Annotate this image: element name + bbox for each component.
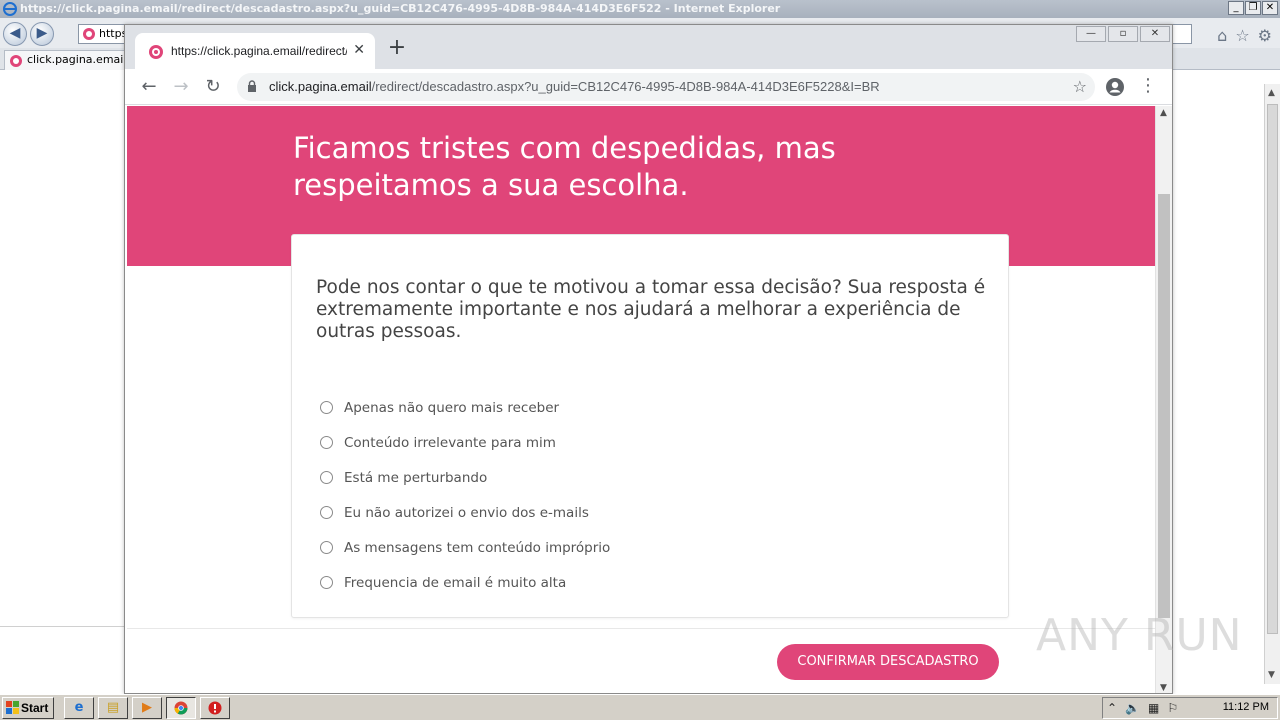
radio-button[interactable]	[320, 401, 333, 414]
chrome-tab-title: https://click.pagina.email/redirect/de	[171, 44, 347, 58]
taskbar-media-player-icon[interactable]: ▶	[132, 697, 162, 719]
ie-back-button[interactable]: ◀	[3, 22, 27, 46]
lock-icon	[248, 80, 256, 92]
ie-home-icon[interactable]: ⌂	[1217, 26, 1227, 45]
survey-card: Pode nos contar o que te motivou a tomar…	[291, 234, 1009, 618]
kebab-menu-icon[interactable]: ⋮	[1139, 75, 1157, 99]
reason-label: As mensagens tem conteúdo impróprio	[344, 539, 611, 556]
reason-option[interactable]: Frequencia de email é muito alta	[320, 565, 610, 600]
chrome-maximize-button[interactable]: ▫	[1108, 26, 1138, 42]
reason-label: Conteúdo irrelevante para mim	[344, 434, 556, 451]
taskbar-explorer-icon[interactable]: ▤	[98, 697, 128, 719]
ie-settings-icon[interactable]: ⚙	[1258, 26, 1272, 45]
scroll-down-icon[interactable]: ▼	[1160, 683, 1167, 693]
ie-restore-button[interactable]: ❐	[1245, 1, 1261, 15]
start-label: Start	[21, 701, 49, 715]
chrome-close-button[interactable]: ✕	[1140, 26, 1170, 42]
clock[interactable]: 11:12 PM	[1223, 701, 1269, 713]
ie-forward-button[interactable]: ▶	[30, 22, 54, 46]
red-stop-icon	[208, 701, 222, 715]
tab-close-icon[interactable]: ✕	[353, 42, 365, 58]
chrome-toolbar: ← → ↻ click.pagina.email/redirect/descad…	[125, 69, 1172, 105]
ie-window-title: https://click.pagina.email/redirect/desc…	[20, 2, 781, 15]
site-favicon-icon	[83, 28, 95, 40]
radio-button[interactable]	[320, 506, 333, 519]
chrome-logo-icon	[174, 701, 188, 715]
confirm-unsubscribe-button[interactable]: CONFIRMAR DESCADASTRO	[777, 644, 999, 680]
taskbar-chrome-icon[interactable]	[166, 697, 196, 719]
page-divider	[127, 628, 1155, 629]
reason-options: Apenas não quero mais receber Conteúdo i…	[320, 390, 610, 600]
page-viewport: Ficamos tristes com despedidas, mas resp…	[125, 106, 1155, 693]
reason-label: Frequencia de email é muito alta	[344, 574, 567, 591]
site-favicon-icon	[10, 55, 22, 67]
scroll-up-icon[interactable]: ▲	[1268, 88, 1275, 98]
action-center-flag-icon[interactable]: ⚐	[1167, 701, 1178, 715]
url-path: /redirect/descadastro.aspx?u_guid=CB12C4…	[371, 79, 880, 94]
reason-option[interactable]: Está me perturbando	[320, 460, 610, 495]
chrome-tab-strip: https://click.pagina.email/redirect/de ✕…	[125, 25, 1172, 69]
reason-option[interactable]: Apenas não quero mais receber	[320, 390, 610, 425]
tray-expand-icon[interactable]: ⌃	[1107, 701, 1117, 715]
reason-option[interactable]: Conteúdo irrelevante para mim	[320, 425, 610, 460]
windows-flag-icon	[6, 701, 19, 714]
back-arrow-icon[interactable]: ←	[137, 75, 161, 99]
profile-icon[interactable]	[1105, 77, 1125, 97]
anyrun-watermark: ANY RUN	[1036, 610, 1243, 661]
volume-icon[interactable]: 🔈	[1125, 701, 1140, 715]
reason-option[interactable]: Eu não autorizei o envio dos e-mails	[320, 495, 610, 530]
system-tray: ⌃ 🔈 ▦ ⚐ 11:12 PM	[1102, 697, 1278, 719]
chrome-tab[interactable]: https://click.pagina.email/redirect/de ✕	[135, 33, 375, 69]
page-title: Ficamos tristes com despedidas, mas resp…	[293, 131, 836, 202]
taskbar-alert-icon[interactable]	[200, 697, 230, 719]
url-text: click.pagina.email/redirect/descadastro.…	[269, 79, 880, 94]
reason-label: Apenas não quero mais receber	[344, 399, 560, 416]
forward-arrow-icon[interactable]: →	[169, 75, 193, 99]
ie-tab-label: click.pagina.email	[27, 53, 127, 66]
ie-minimize-button[interactable]: _	[1228, 1, 1244, 15]
ie-divider	[0, 626, 124, 627]
reload-icon[interactable]: ↻	[201, 75, 225, 99]
survey-question: Pode nos contar o que te motivou a tomar…	[316, 277, 986, 342]
chrome-window: https://click.pagina.email/redirect/de ✕…	[124, 24, 1173, 694]
site-favicon-icon	[149, 45, 163, 59]
ie-tab[interactable]: click.pagina.email	[4, 50, 126, 70]
radio-button[interactable]	[320, 436, 333, 449]
scroll-down-icon[interactable]: ▼	[1268, 670, 1275, 680]
ie-favorites-icon[interactable]: ☆	[1235, 26, 1249, 45]
radio-button[interactable]	[320, 541, 333, 554]
radio-button[interactable]	[320, 471, 333, 484]
bookmark-star-icon[interactable]: ☆	[1073, 77, 1087, 96]
address-bar[interactable]: click.pagina.email/redirect/descadastro.…	[237, 73, 1095, 101]
ie-title-bar: https://click.pagina.email/redirect/desc…	[0, 0, 1280, 18]
ie-logo-icon	[3, 2, 17, 16]
ie-scrollbar[interactable]: ▲ ▼	[1264, 84, 1280, 684]
page-scrollbar[interactable]: ▲ ▼	[1155, 106, 1172, 693]
taskbar-ie-icon[interactable]: e	[64, 697, 94, 719]
network-icon[interactable]: ▦	[1148, 701, 1159, 715]
scroll-up-icon[interactable]: ▲	[1160, 108, 1167, 118]
radio-button[interactable]	[320, 576, 333, 589]
scroll-thumb[interactable]	[1158, 194, 1170, 618]
reason-option[interactable]: As mensagens tem conteúdo impróprio	[320, 530, 610, 565]
url-host: click.pagina.email	[269, 79, 372, 94]
ie-close-button[interactable]: ✕	[1262, 1, 1278, 15]
chrome-minimize-button[interactable]: —	[1076, 26, 1106, 42]
taskbar: Start e ▤ ▶ ⌃ 🔈 ▦ ⚐ 11:12 PM	[0, 694, 1280, 720]
start-button[interactable]: Start	[2, 697, 54, 719]
new-tab-button[interactable]: +	[385, 37, 409, 61]
reason-label: Está me perturbando	[344, 469, 488, 486]
reason-label: Eu não autorizei o envio dos e-mails	[344, 504, 589, 521]
ie-scroll-thumb[interactable]	[1267, 104, 1278, 634]
